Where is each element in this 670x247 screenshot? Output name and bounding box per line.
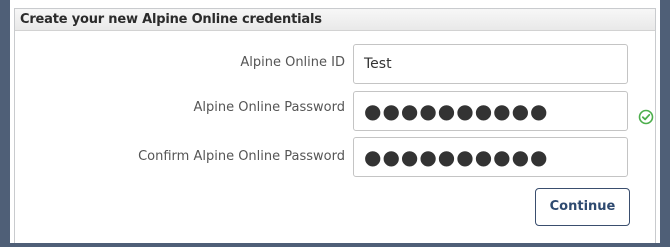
- confirm-password-label: Confirm Alpine Online Password: [138, 149, 345, 164]
- password-input[interactable]: ●●●●●●●●●●: [353, 91, 628, 131]
- check-circle-icon: [638, 109, 654, 125]
- panel-body: Create your new Alpine Online credential…: [14, 8, 656, 243]
- id-input[interactable]: Test: [353, 44, 628, 84]
- panel-header: Create your new Alpine Online credential…: [15, 9, 655, 31]
- password-label: Alpine Online Password: [193, 100, 345, 115]
- continue-button[interactable]: Continue: [535, 188, 630, 226]
- confirm-password-input[interactable]: ●●●●●●●●●●: [353, 137, 628, 177]
- id-label: Alpine Online ID: [240, 55, 345, 70]
- credentials-panel: Create your new Alpine Online credential…: [0, 0, 670, 247]
- panel-title: Create your new Alpine Online credential…: [20, 12, 322, 27]
